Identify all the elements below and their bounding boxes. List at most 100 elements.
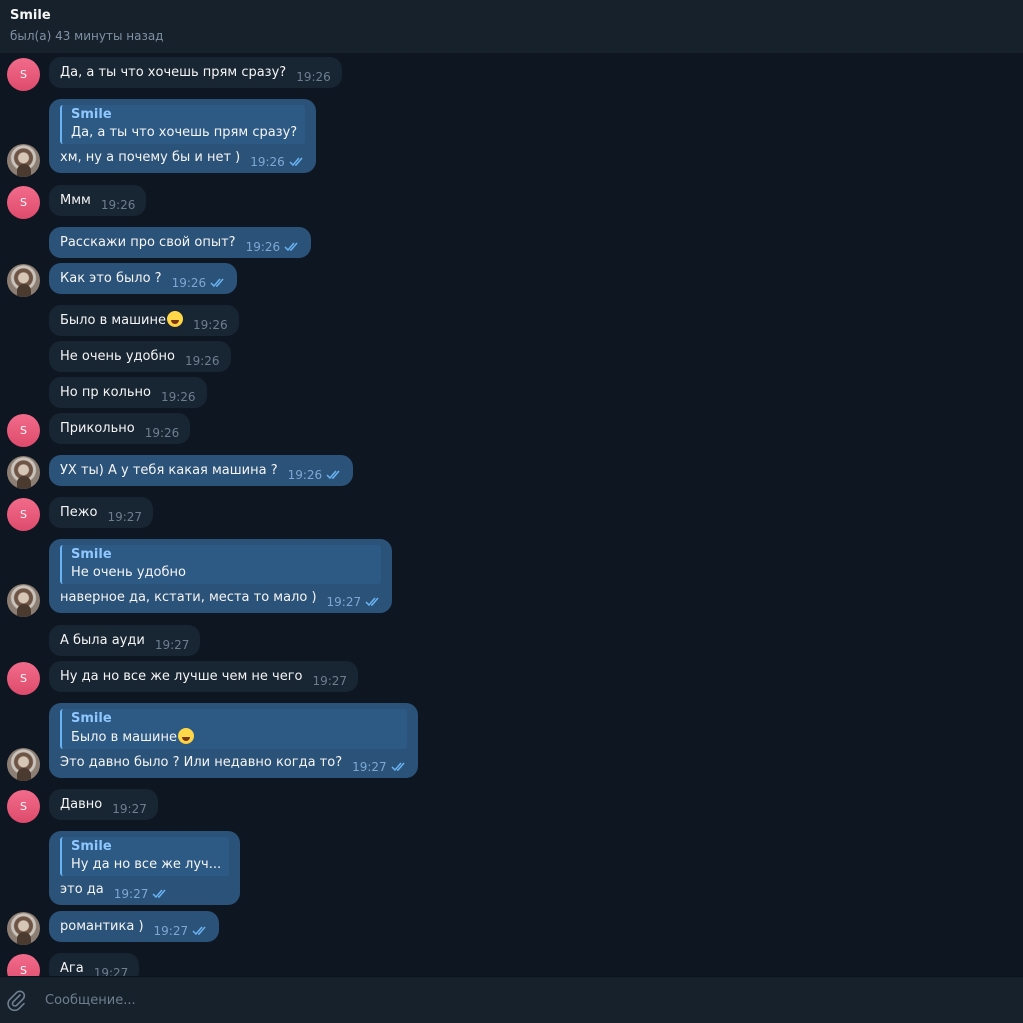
paperclip-icon[interactable]	[7, 990, 27, 1012]
message-outgoing[interactable]: Расскажи про свой опыт? 19:26	[49, 227, 312, 258]
message-time: 19:27	[113, 887, 149, 901]
message-text: Не очень удобно	[60, 349, 175, 364]
user-avatar[interactable]	[7, 144, 40, 177]
user-avatar[interactable]	[7, 748, 40, 781]
reply-quote[interactable]: Smile Ну да но все же луч...	[60, 837, 230, 876]
message-list[interactable]: S Да, а ты что хочешь прям сразу? 19:26 S…	[0, 53, 1023, 976]
message-outgoing[interactable]: романтика ) 19:27	[49, 911, 220, 942]
contact-avatar[interactable]: S	[7, 58, 40, 91]
double-check-icon	[152, 889, 168, 898]
message-outgoing[interactable]: Smile Не очень удобно наверное да, кстат…	[49, 539, 393, 613]
message-text: Ага	[60, 961, 84, 976]
message-time: 19:27	[153, 924, 189, 938]
message-incoming[interactable]: Давно 19:27	[49, 789, 158, 820]
double-check-icon	[284, 242, 300, 251]
double-check-icon	[326, 470, 342, 479]
double-check-icon	[210, 278, 226, 287]
message-incoming[interactable]: Но пр кольно 19:26	[49, 377, 207, 408]
reply-text: Ну да но все же луч...	[71, 857, 222, 872]
contact-avatar[interactable]: S	[7, 662, 40, 695]
contact-avatar[interactable]: S	[7, 498, 40, 531]
message-time: 19:27	[326, 595, 362, 609]
reply-text: Да, а ты что хочешь прям сразу?	[71, 125, 298, 140]
message-time: 19:26	[245, 240, 281, 254]
message-time: 19:26	[184, 354, 220, 368]
message-text: Ммм	[60, 193, 91, 208]
message-outgoing[interactable]: Smile Ну да но все же луч... это да 19:27	[49, 831, 241, 905]
reply-quote[interactable]: Smile Не очень удобно	[60, 545, 382, 584]
reply-text-content: Было в машине	[71, 730, 177, 745]
last-seen-status: был(а) 43 минуты назад	[10, 29, 164, 43]
double-check-icon	[289, 157, 305, 166]
reply-author: Smile	[71, 547, 112, 562]
message-text: Было в машине	[60, 313, 166, 328]
message-text: УХ ты) А у тебя какая машина ?	[60, 463, 278, 478]
reply-text: Было в машине	[71, 728, 399, 747]
user-avatar[interactable]	[7, 912, 40, 945]
message-text: Как это было ?	[60, 271, 162, 286]
laughing-emoji-icon	[178, 728, 194, 744]
message-input[interactable]	[45, 990, 985, 1010]
chat-title[interactable]: Smile	[10, 7, 1013, 25]
message-outgoing[interactable]: Как это было ? 19:26	[49, 263, 238, 294]
message-composer	[0, 976, 1023, 1023]
message-text: А была ауди	[60, 633, 145, 648]
message-outgoing[interactable]: УХ ты) А у тебя какая машина ? 19:26	[49, 455, 354, 486]
double-check-icon	[365, 597, 381, 606]
reply-author: Smile	[71, 107, 112, 122]
reply-text: Не очень удобно	[71, 565, 186, 580]
message-text: Расскажи про свой опыт?	[60, 235, 236, 250]
message-time: 19:27	[154, 638, 190, 652]
chat-window: Smile был(а) 43 минуты назад S Да, а ты …	[0, 0, 1023, 1023]
reply-author: Smile	[71, 839, 112, 854]
message-time: 19:26	[193, 318, 228, 332]
message-text: это да	[60, 882, 104, 897]
message-time: 19:26	[296, 70, 331, 84]
message-incoming[interactable]: Прикольно 19:26	[49, 413, 191, 444]
message-incoming[interactable]: Было в машине 19:26	[49, 305, 239, 336]
message-incoming[interactable]: А была ауди 19:27	[49, 625, 201, 656]
laughing-emoji-icon	[167, 311, 183, 327]
message-text: Но пр кольно	[60, 385, 151, 400]
message-time: 19:26	[171, 276, 207, 290]
reply-author: Smile	[71, 711, 112, 726]
message-text: Да, а ты что хочешь прям сразу?	[60, 65, 287, 80]
message-text: хм, ну а почему бы и нет )	[60, 150, 241, 165]
contact-avatar[interactable]: S	[7, 414, 40, 447]
message-incoming[interactable]: Да, а ты что хочешь прям сразу? 19:26	[49, 57, 342, 88]
message-incoming[interactable]: Не очень удобно 19:26	[49, 341, 231, 372]
message-incoming[interactable]: Пежо 19:27	[49, 497, 154, 528]
message-time: 19:27	[112, 802, 147, 816]
message-text: романтика )	[60, 919, 144, 934]
message-incoming[interactable]: Ну да но все же лучше чем не чего 19:27	[49, 661, 359, 692]
message-time: 19:27	[93, 966, 129, 976]
message-time: 19:26	[250, 155, 285, 169]
message-text: Ну да но все же лучше чем не чего	[60, 669, 303, 684]
message-time: 19:27	[352, 760, 387, 774]
message-outgoing[interactable]: Smile Да, а ты что хочешь прям сразу? хм…	[49, 99, 317, 173]
message-time: 19:27	[312, 674, 348, 688]
message-text: Это давно было ? Или недавно когда то?	[60, 755, 343, 770]
chat-header[interactable]: Smile был(а) 43 минуты назад	[0, 0, 1023, 53]
reply-quote[interactable]: Smile Было в машине	[60, 709, 407, 749]
contact-avatar[interactable]: S	[7, 954, 40, 976]
message-outgoing[interactable]: Smile Было в машине Это давно было ? Или…	[49, 703, 418, 778]
message-time: 19:26	[144, 426, 180, 440]
contact-avatar[interactable]: S	[7, 186, 40, 219]
message-text: наверное да, кстати, места то мало )	[60, 590, 317, 605]
message-time: 19:26	[160, 390, 196, 404]
user-avatar[interactable]	[7, 456, 40, 489]
message-time: 19:27	[107, 510, 143, 524]
message-time: 19:26	[287, 468, 323, 482]
user-avatar[interactable]	[7, 264, 40, 297]
double-check-icon	[391, 762, 407, 771]
message-text: Пежо	[60, 505, 98, 520]
message-incoming[interactable]: Ага 19:27	[49, 953, 140, 976]
message-incoming[interactable]: Ммм 19:26	[49, 185, 147, 216]
reply-quote[interactable]: Smile Да, а ты что хочешь прям сразу?	[60, 105, 306, 144]
message-text: Прикольно	[60, 421, 135, 436]
double-check-icon	[192, 926, 208, 935]
message-time: 19:26	[100, 198, 136, 212]
user-avatar[interactable]	[7, 584, 40, 617]
contact-avatar[interactable]: S	[7, 790, 40, 823]
